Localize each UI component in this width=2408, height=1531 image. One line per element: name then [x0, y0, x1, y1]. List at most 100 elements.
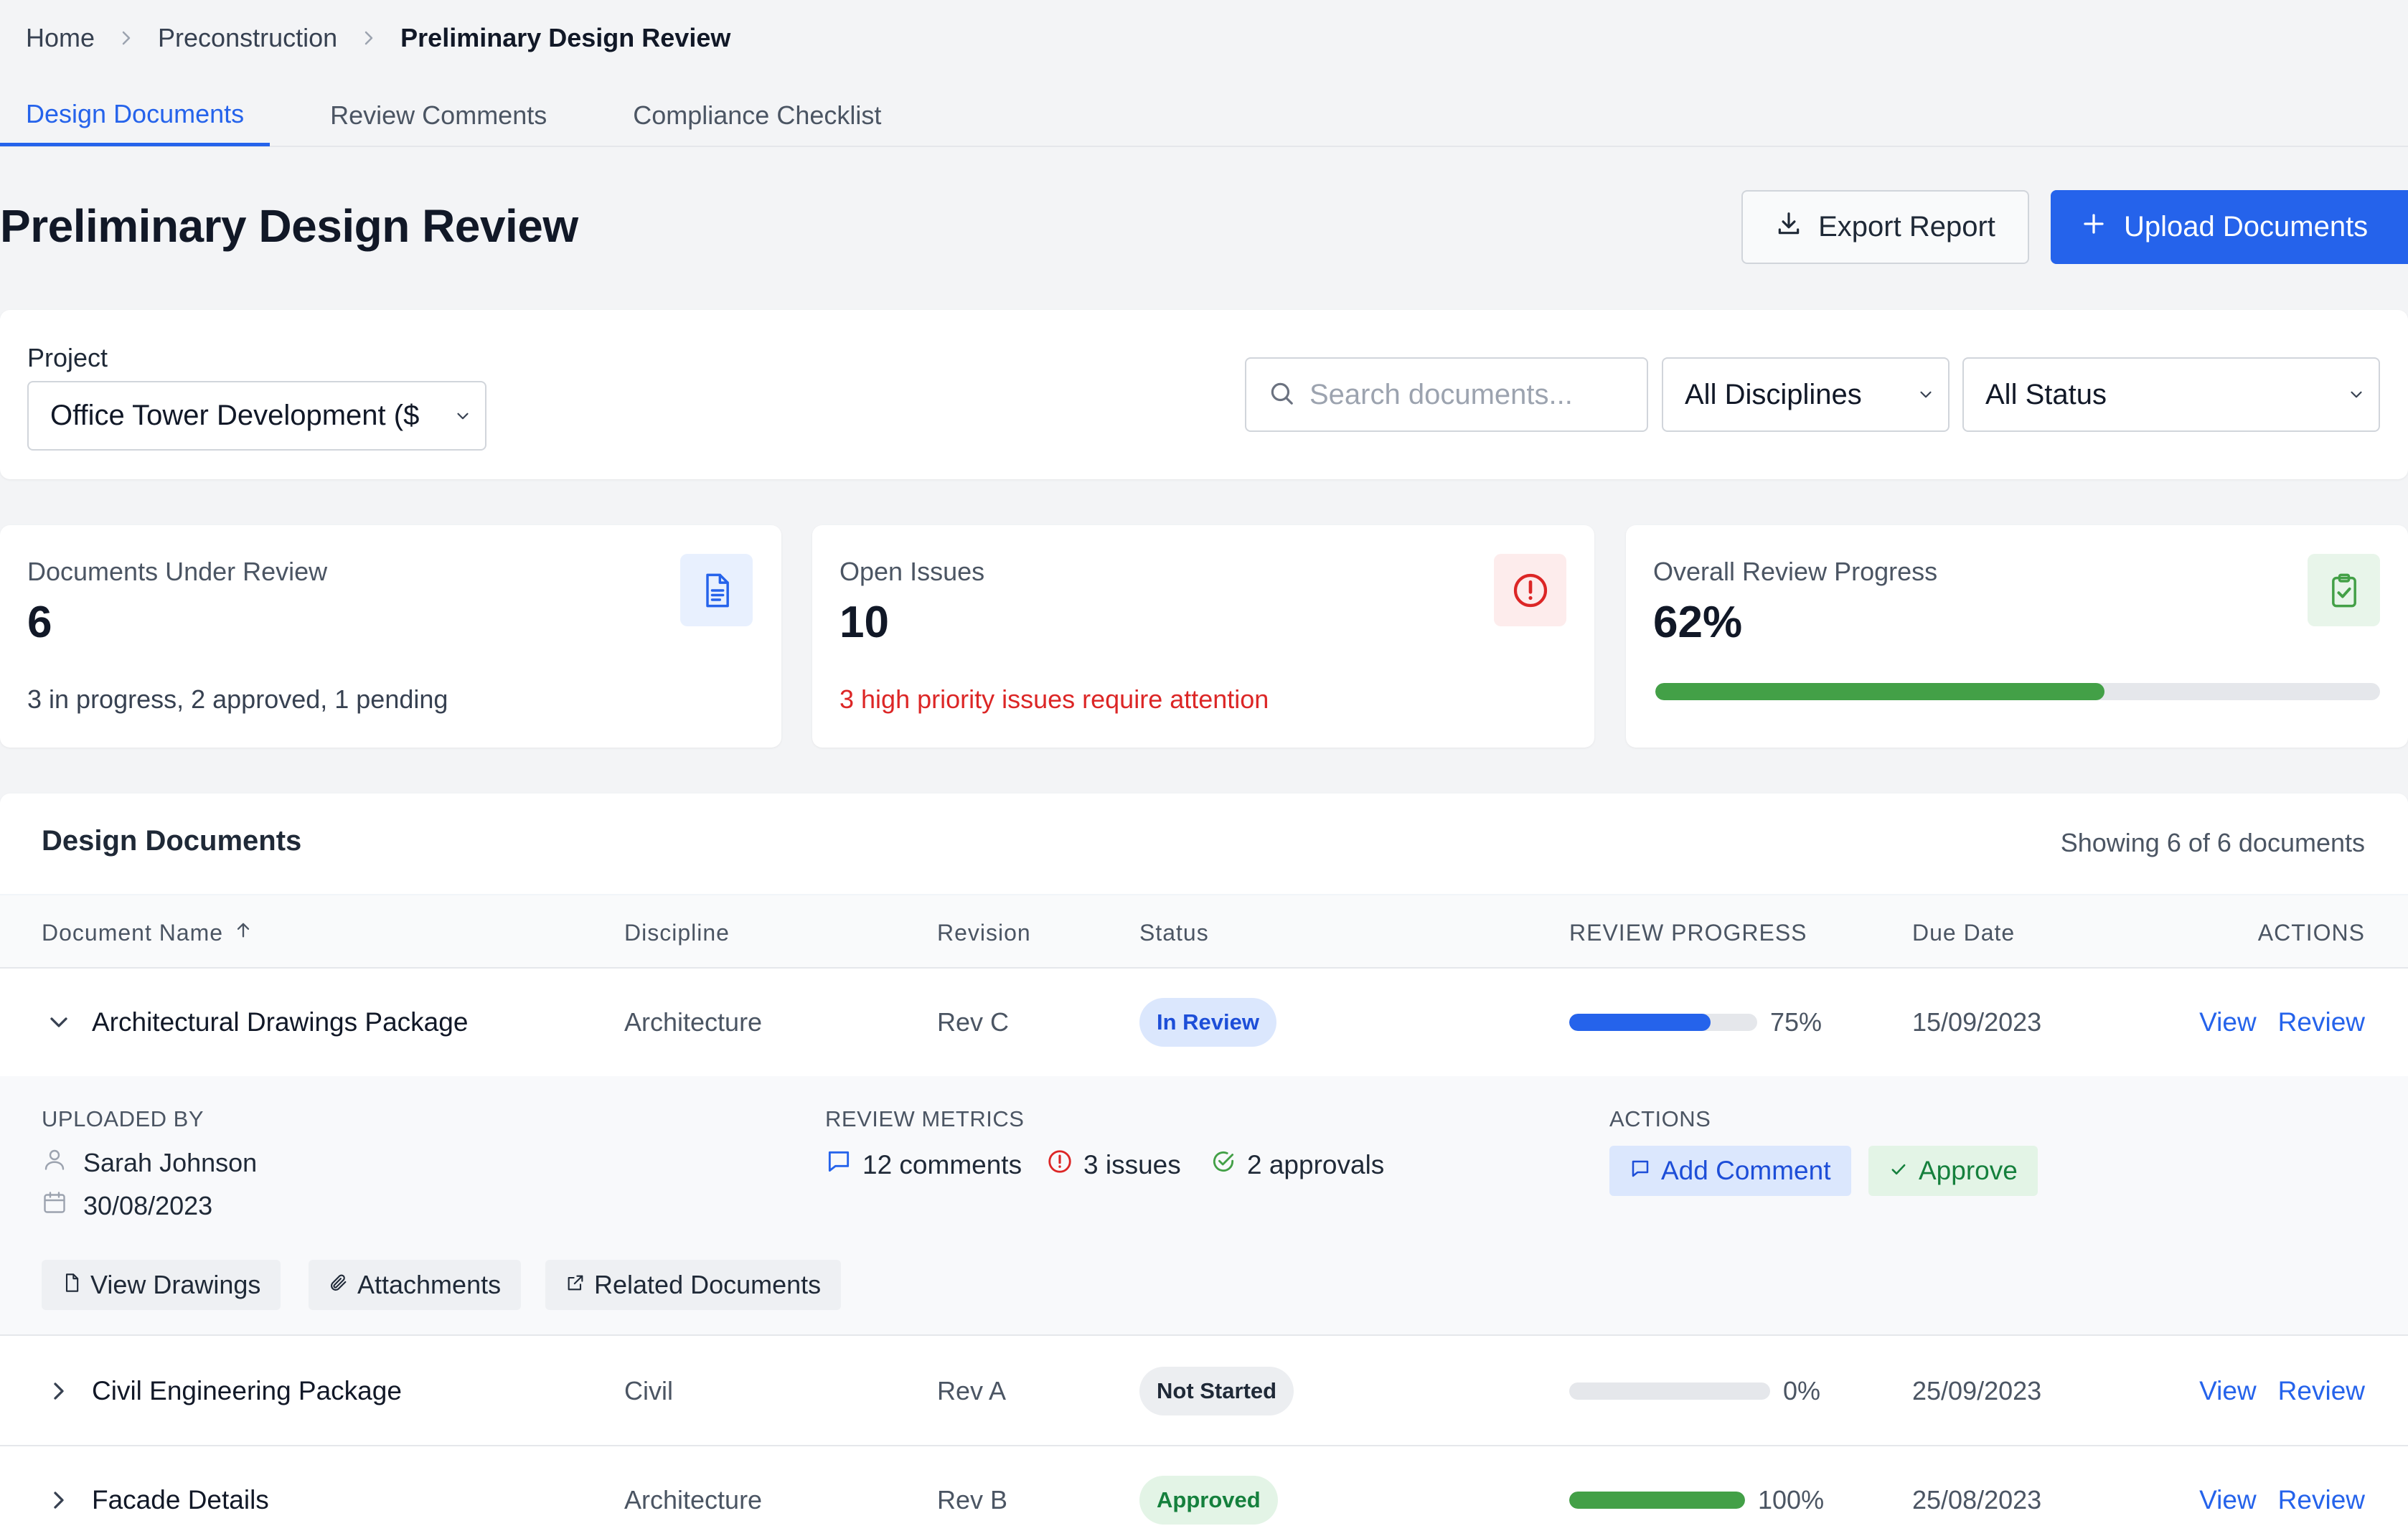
documents-card: Design Documents Showing 6 of 6 document…	[0, 793, 2408, 1531]
add-comment-button[interactable]: Add Comment	[1609, 1146, 1851, 1196]
breadcrumb-current: Preliminary Design Review	[400, 23, 731, 52]
chevron-down-icon	[453, 407, 472, 425]
file-icon	[62, 1270, 82, 1300]
chevron-down-icon	[2347, 385, 2366, 404]
column-header-document-name[interactable]: Document Name	[42, 895, 253, 970]
calendar-icon	[42, 1190, 67, 1222]
documents-title: Design Documents	[42, 825, 302, 857]
breadcrumb-preconstruction[interactable]: Preconstruction	[158, 23, 337, 53]
stat-value: 62%	[1653, 598, 1743, 647]
review-progress: 75%	[1569, 969, 1822, 1076]
progress-fill	[1569, 1492, 1745, 1509]
issues-count: 3 issues	[1083, 1149, 1181, 1179]
view-link[interactable]: View	[2199, 1007, 2257, 1037]
progress-bar	[1569, 1014, 1757, 1031]
review-link[interactable]: Review	[2278, 1376, 2365, 1406]
progress-bar	[1569, 1382, 1770, 1400]
status-select-value: All Status	[1985, 378, 2107, 410]
comments-metric: 12 comments	[825, 1148, 1022, 1182]
progress-fill	[1569, 1014, 1711, 1031]
tab-bar: Design Documents Review Comments Complia…	[0, 85, 941, 146]
uploader: Sarah Johnson	[42, 1146, 257, 1179]
upload-date: 30/08/2023	[42, 1190, 212, 1222]
search-box[interactable]	[1245, 357, 1648, 432]
chevron-down-icon	[1916, 385, 1935, 404]
table-header: Document Name Discipline Revision Status…	[0, 894, 2408, 969]
chevron-right-icon[interactable]	[44, 1486, 73, 1514]
status-badge-label: Approved	[1139, 1476, 1278, 1525]
project-select-value: Office Tower Development ($	[50, 400, 420, 431]
paperclip-icon	[329, 1270, 349, 1300]
view-drawings-label: View Drawings	[90, 1270, 261, 1299]
alert-circle-icon	[1046, 1148, 1073, 1182]
top-bar: Home Preconstruction Preliminary Design …	[0, 0, 2408, 147]
upload-date-value: 30/08/2023	[83, 1190, 213, 1220]
related-documents-label: Related Documents	[594, 1270, 822, 1299]
column-header-revision: Revision	[937, 919, 1031, 946]
table-row: Architectural Drawings Package Architect…	[0, 969, 2408, 1078]
breadcrumb-home[interactable]: Home	[26, 23, 95, 53]
user-icon	[42, 1146, 67, 1179]
stat-card-documents: Documents Under Review 6 3 in progress, …	[0, 525, 781, 748]
chevron-right-icon[interactable]	[44, 1377, 73, 1405]
row-actions: View Review	[2199, 1337, 2365, 1445]
status-badge-label: Not Started	[1139, 1367, 1294, 1415]
document-name[interactable]: Civil Engineering Package	[92, 1337, 402, 1445]
issues-metric: 3 issues	[1046, 1148, 1181, 1182]
document-name[interactable]: Architectural Drawings Package	[92, 969, 468, 1076]
breadcrumb: Home Preconstruction Preliminary Design …	[26, 20, 730, 56]
related-documents-button[interactable]: Related Documents	[545, 1260, 842, 1310]
review-metrics-heading: REVIEW METRICS	[825, 1106, 1025, 1131]
stat-value: 6	[27, 598, 52, 647]
view-link[interactable]: View	[2199, 1376, 2257, 1406]
approve-label: Approve	[1919, 1156, 2018, 1185]
revision: Rev B	[937, 1485, 1008, 1514]
uploader-name: Sarah Johnson	[83, 1147, 258, 1177]
upload-documents-label: Upload Documents	[2124, 211, 2369, 242]
message-square-icon	[825, 1148, 852, 1182]
discipline-select[interactable]: All Disciplines	[1662, 357, 1950, 432]
view-drawings-button[interactable]: View Drawings	[42, 1260, 281, 1310]
approvals-metric: 2 approvals	[1210, 1148, 1384, 1182]
upload-documents-button[interactable]: Upload Documents	[2051, 190, 2408, 264]
project-label: Project	[27, 343, 108, 372]
review-progress: 100%	[1569, 1446, 1824, 1531]
column-header-actions: ACTIONS	[2257, 919, 2365, 946]
alert-circle-icon	[1494, 554, 1566, 626]
view-link[interactable]: View	[2199, 1485, 2257, 1515]
column-header-review-progress: REVIEW PROGRESS	[1569, 919, 1807, 946]
attachments-button[interactable]: Attachments	[309, 1260, 522, 1310]
actions-heading: ACTIONS	[1609, 1106, 1711, 1131]
review-link[interactable]: Review	[2278, 1007, 2365, 1037]
column-header-discipline: Discipline	[624, 919, 730, 946]
status-badge: Not Started	[1139, 1337, 1294, 1445]
tab-compliance-checklist[interactable]: Compliance Checklist	[607, 85, 907, 146]
stat-value: 10	[839, 598, 889, 647]
search-input[interactable]	[1309, 378, 1640, 411]
document-icon	[680, 554, 753, 626]
chevron-right-icon	[121, 29, 132, 47]
discipline-select-value: All Disciplines	[1685, 378, 1862, 410]
chevron-down-icon[interactable]	[44, 1008, 73, 1037]
stat-subtext: 3 high priority issues require attention	[839, 684, 1269, 714]
revision: Rev C	[937, 1007, 1010, 1037]
stat-label: Documents Under Review	[27, 557, 328, 586]
discipline: Architecture	[624, 1007, 763, 1037]
column-header-due-date: Due Date	[1912, 919, 2016, 946]
row-actions: View Review	[2199, 969, 2365, 1076]
document-name[interactable]: Facade Details	[92, 1446, 269, 1531]
progress-bar	[1569, 1492, 1745, 1509]
progress-percent: 100%	[1758, 1485, 1825, 1514]
row-actions: View Review	[2199, 1446, 2365, 1531]
status-select[interactable]: All Status	[1962, 357, 2380, 432]
overall-progress-bar	[1655, 683, 2380, 700]
comments-count: 12 comments	[862, 1149, 1022, 1179]
tab-review-comments[interactable]: Review Comments	[304, 85, 573, 146]
export-report-button[interactable]: Export Report	[1741, 190, 2029, 264]
review-link[interactable]: Review	[2278, 1485, 2365, 1515]
approve-button[interactable]: Approve	[1868, 1146, 2038, 1196]
tab-design-documents[interactable]: Design Documents	[0, 85, 271, 146]
stat-label: Overall Review Progress	[1653, 557, 1938, 586]
plus-icon	[2081, 211, 2107, 244]
project-select[interactable]: Office Tower Development ($	[27, 381, 486, 451]
